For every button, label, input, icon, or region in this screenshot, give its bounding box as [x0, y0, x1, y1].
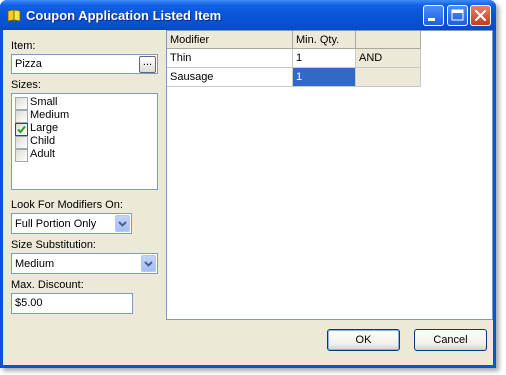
browse-label: ...: [142, 56, 153, 68]
size-label-large: Large: [30, 122, 59, 134]
cell-text: Sausage: [170, 71, 214, 83]
modifier-grid[interactable]: Modifier Min. Qty. Thin 1 AND Sausage 1: [166, 30, 493, 320]
ok-button[interactable]: OK: [327, 329, 400, 351]
minimize-button[interactable]: [423, 5, 444, 26]
close-icon: [474, 9, 487, 22]
look-for-modifiers-label: Look For Modifiers On:: [11, 199, 123, 211]
table-row-2-logic[interactable]: [356, 68, 421, 87]
cell-text: 1: [296, 52, 303, 64]
book-icon: [7, 9, 21, 22]
column-header-modifier-text: Modifier: [170, 34, 210, 46]
maximize-button[interactable]: [447, 5, 468, 26]
item-field[interactable]: Pizza: [11, 54, 158, 74]
cell-text: 1: [296, 71, 303, 83]
column-header-min-qty[interactable]: Min. Qty.: [293, 31, 356, 49]
size-substitution-value: Medium: [15, 258, 55, 270]
window-title: Coupon Application Listed Item: [26, 8, 222, 23]
table-row-1-min-qty[interactable]: 1: [293, 49, 356, 68]
chevron-down-icon: [144, 261, 153, 267]
table-row-2-modifier[interactable]: Sausage: [167, 68, 293, 87]
checkbox-small[interactable]: [15, 97, 28, 110]
size-label-medium: Medium: [30, 109, 70, 121]
size-label-small: Small: [30, 96, 58, 108]
max-discount-field[interactable]: $5.00: [11, 293, 133, 314]
column-header-logic[interactable]: [356, 31, 421, 49]
browse-item-button[interactable]: ...: [139, 56, 156, 73]
cell-text: AND: [359, 52, 383, 64]
table-row-1-modifier[interactable]: Thin: [167, 49, 293, 68]
table-row-1-logic[interactable]: AND: [356, 49, 421, 68]
cancel-button-label: Cancel: [433, 334, 468, 346]
max-discount-label: Max. Discount:: [11, 279, 84, 291]
chevron-down-icon: [118, 221, 127, 227]
cell-text: Thin: [170, 52, 192, 64]
checkbox-adult[interactable]: [15, 149, 28, 162]
size-substitution-label: Size Substitution:: [11, 239, 96, 251]
look-for-modifiers-value: Full Portion Only: [15, 218, 97, 230]
dialog-window: Coupon Application Listed Item Item: Piz…: [0, 0, 496, 368]
table-row-2-min-qty[interactable]: 1: [293, 68, 356, 87]
close-button[interactable]: [470, 5, 491, 26]
item-label: Item:: [11, 40, 36, 52]
dialog-client: Item: Pizza ... Sizes: Small Medium Larg…: [3, 30, 493, 365]
item-value: Pizza: [15, 58, 42, 70]
column-header-min-qty-text: Min. Qty.: [296, 34, 340, 46]
max-discount-value: $5.00: [15, 297, 43, 309]
sizes-list[interactable]: Small Medium Large Child Adult: [11, 93, 158, 190]
checkbox-medium[interactable]: [15, 110, 28, 123]
column-header-modifier[interactable]: Modifier: [167, 31, 293, 49]
sizes-label: Sizes:: [11, 79, 41, 91]
size-substitution-dropdown-button[interactable]: [141, 255, 156, 272]
title-bar[interactable]: Coupon Application Listed Item: [0, 0, 496, 30]
look-for-modifiers-dropdown-button[interactable]: [115, 215, 130, 232]
checkbox-large[interactable]: [15, 123, 28, 136]
look-for-modifiers-select[interactable]: Full Portion Only: [11, 213, 132, 234]
size-label-child: Child: [30, 135, 56, 147]
minimize-icon: [428, 18, 435, 21]
size-substitution-select[interactable]: Medium: [11, 253, 158, 274]
cancel-button[interactable]: Cancel: [414, 329, 487, 351]
checkmark-icon: [17, 125, 26, 134]
ok-button-label: OK: [355, 334, 372, 346]
checkbox-child[interactable]: [15, 136, 28, 149]
size-label-adult: Adult: [30, 148, 56, 160]
maximize-icon: [451, 9, 464, 21]
